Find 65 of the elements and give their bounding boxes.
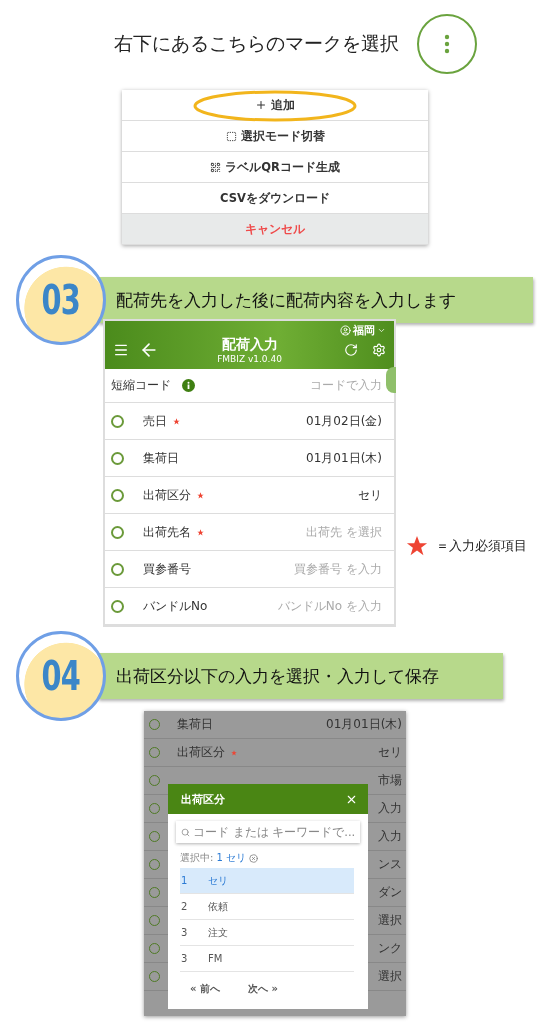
search-field[interactable]: コード または キーワードで... xyxy=(176,821,360,843)
step-title: 配荷先を入力した後に配荷内容を入力します xyxy=(116,288,456,312)
field-value[interactable]: 入力 xyxy=(378,800,402,817)
field-value[interactable]: 市場 xyxy=(378,772,402,789)
field-label: バンドルNo xyxy=(143,597,208,615)
field-value[interactable]: 01月02日(金) xyxy=(306,412,382,430)
radio-button[interactable] xyxy=(111,599,124,613)
shortcode-field[interactable]: コードで入力 xyxy=(310,377,382,394)
settings-icon[interactable] xyxy=(372,343,386,357)
field-value[interactable]: ンク xyxy=(378,940,402,957)
prev-link[interactable]: « 前へ xyxy=(190,982,220,996)
search-icon xyxy=(181,827,190,837)
field-label: 出荷区分 xyxy=(143,486,191,504)
field-label: 買参番号 xyxy=(143,560,191,578)
next-link[interactable]: 次へ » xyxy=(247,982,278,996)
info-icon xyxy=(182,379,195,392)
field-value[interactable]: 01月01日(木) xyxy=(306,449,382,467)
field-value[interactable]: セリ xyxy=(378,744,402,761)
field-value[interactable]: 買参番号 を入力 xyxy=(294,560,382,578)
legend-text: ＝入力必須項目 xyxy=(436,537,527,555)
clear-icon[interactable] xyxy=(248,853,258,863)
menu-icon[interactable] xyxy=(113,342,129,358)
side-tab[interactable] xyxy=(386,367,396,393)
field-value[interactable]: 選択 xyxy=(378,968,402,985)
app-title: 配荷入力 xyxy=(221,336,278,354)
field-value[interactable]: ンス xyxy=(378,856,402,873)
field-label: 出荷区分 xyxy=(177,744,225,761)
user-menu[interactable]: 福岡 xyxy=(340,323,386,338)
step-number: 04 xyxy=(41,653,81,699)
menu-item[interactable]: 選択モード切替 xyxy=(122,121,428,152)
field-value[interactable]: 入力 xyxy=(378,828,402,845)
field-label: 出荷先名 xyxy=(143,523,191,541)
radio-button[interactable] xyxy=(111,488,124,502)
field-value[interactable]: バンドルNo を入力 xyxy=(277,597,382,615)
selected-label: 選択中: xyxy=(180,851,214,865)
field-label: 集荷日 xyxy=(143,449,179,467)
menu-item[interactable]: CSVをダウンロード xyxy=(122,183,428,214)
user-icon xyxy=(340,325,351,336)
selected-value: 1 セリ xyxy=(216,851,246,865)
field-value[interactable]: ダン xyxy=(378,884,402,901)
radio-button[interactable] xyxy=(111,562,124,576)
refresh-icon[interactable] xyxy=(344,343,358,357)
menu-item[interactable]: ラベルQRコード生成 xyxy=(122,152,428,183)
qr-code-icon xyxy=(210,161,222,173)
dialog-title: 出荷区分 xyxy=(181,791,225,807)
required-icon xyxy=(406,535,428,557)
plus-icon xyxy=(255,99,267,111)
option-row[interactable]: 1 セリ xyxy=(180,868,354,894)
field-value[interactable]: 01月01日(木) xyxy=(326,716,402,733)
step-number: 03 xyxy=(41,277,81,323)
radio-button[interactable] xyxy=(111,451,124,465)
field-value[interactable]: 選択 xyxy=(378,912,402,929)
dashed-square-icon xyxy=(225,130,237,142)
step-title: 出荷区分以下の入力を選択・入力して保存 xyxy=(116,664,439,688)
field-label: 売日 xyxy=(143,412,167,430)
field-label: 集荷日 xyxy=(177,716,213,733)
radio-button[interactable] xyxy=(111,414,124,428)
field-value[interactable]: セリ xyxy=(358,486,382,504)
field-label: 短縮コード xyxy=(111,377,171,394)
field-value[interactable]: 出荷先 を選択 xyxy=(306,523,382,541)
instruction-text: 右下にあるこちらのマークを選択 xyxy=(113,31,399,56)
more-menu-icon xyxy=(416,14,477,74)
app-version: FMBIZ v1.0.40 xyxy=(217,354,282,364)
radio-button[interactable] xyxy=(111,525,124,539)
chevron-down-icon xyxy=(377,326,386,335)
